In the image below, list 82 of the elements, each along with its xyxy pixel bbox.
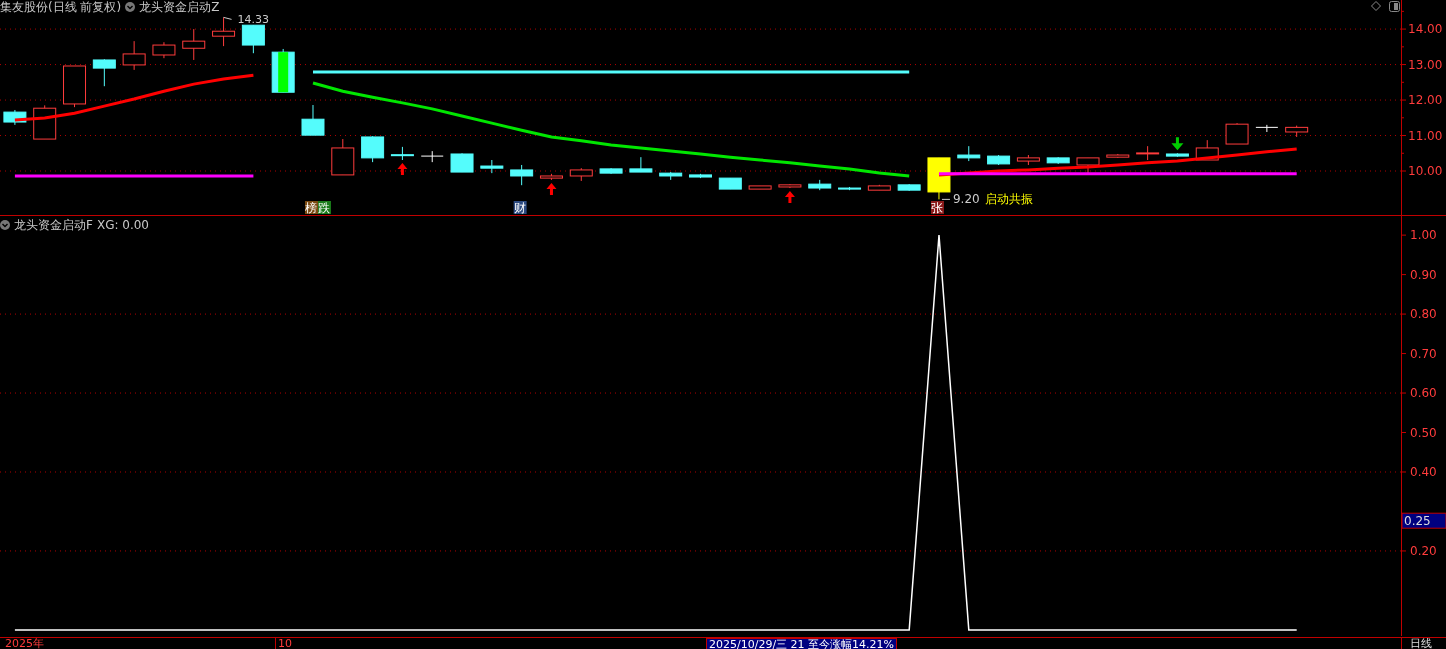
- tag-label: 榜: [305, 201, 318, 215]
- candlestick: [122, 40, 146, 71]
- candlestick: [1165, 152, 1189, 158]
- candlestick: [510, 164, 534, 186]
- candlestick: [1285, 125, 1309, 138]
- candlestick: [1106, 153, 1130, 159]
- stock-title: 集友股份(日线 前复权): [0, 0, 122, 14]
- tag-label: 财: [514, 201, 527, 215]
- indicator-name: 龙头资金启动Z: [139, 0, 220, 14]
- axis-label: 1.00: [1410, 228, 1437, 243]
- candlestick: [1255, 124, 1279, 133]
- axis-label: 0.60: [1410, 386, 1437, 401]
- candlestick: [1195, 139, 1219, 161]
- axis-label: 0.70: [1410, 346, 1437, 361]
- axis-label: 13.00: [1408, 57, 1443, 72]
- candlestick: [1076, 157, 1100, 175]
- candlestick: [569, 167, 593, 182]
- candlestick: [301, 104, 325, 136]
- axis-label: 0.80: [1410, 307, 1437, 322]
- candlestick: [33, 104, 57, 140]
- leader-line: [223, 16, 233, 20]
- indicator-reading: XG: 0.00: [96, 218, 149, 232]
- candlestick: [361, 135, 385, 163]
- candlestick: [63, 65, 86, 108]
- cursor-info: 2025/10/29/三 21 至今涨幅14.21%: [706, 638, 898, 649]
- candlestick: [748, 185, 772, 190]
- leader-line: [941, 198, 951, 200]
- candlestick: [867, 184, 891, 191]
- axis-label: 10: [278, 637, 292, 649]
- collapse-icon[interactable]: [0, 220, 10, 230]
- candlestick: [659, 171, 683, 181]
- candlestick: [599, 167, 623, 175]
- panel-icon[interactable]: [1389, 1, 1400, 12]
- candlestick: [957, 145, 981, 162]
- candlestick: [480, 159, 504, 174]
- axis-label: 11.00: [1408, 128, 1443, 143]
- up-arrow: [546, 182, 557, 195]
- candlestick: [152, 41, 176, 59]
- candlestick: [331, 138, 355, 176]
- tag-label: 跌: [318, 201, 331, 215]
- candlestick: [1046, 156, 1070, 165]
- candlestick: [271, 48, 295, 93]
- signal-text: 启动共振: [984, 192, 1033, 207]
- candlestick: [539, 173, 563, 181]
- candlestick: [420, 150, 444, 163]
- candlestick: [987, 154, 1011, 166]
- axis-label: 0.20: [1410, 543, 1437, 558]
- up-arrow: [784, 191, 795, 204]
- candlestick: [92, 58, 116, 87]
- indicator-name: 龙头资金启动F: [14, 218, 93, 232]
- period-label[interactable]: 日线: [1401, 638, 1446, 649]
- low-price-label: 9.20: [952, 192, 980, 207]
- candlestick: [212, 16, 236, 47]
- up-arrow: [397, 163, 408, 175]
- axis-label: 10.00: [1408, 164, 1443, 178]
- current-value-label: 0.25: [1401, 512, 1446, 529]
- candlestick: [927, 157, 951, 200]
- axis-label: 0.50: [1410, 425, 1437, 440]
- axis-label: 14.00: [1408, 22, 1443, 37]
- candlestick: [689, 173, 712, 179]
- candlestick: [182, 28, 206, 61]
- high-price-label: 14.33: [237, 13, 270, 27]
- axis-label: 12.00: [1408, 93, 1443, 108]
- tag-label: 张: [931, 201, 944, 215]
- candlestick: [450, 152, 474, 173]
- candlestick: [3, 109, 27, 126]
- candlestick: [838, 186, 862, 191]
- down-arrow: [1171, 137, 1184, 151]
- candlestick: [629, 156, 653, 173]
- candlestick: [808, 179, 832, 191]
- axis-label: 0.40: [1410, 465, 1437, 479]
- candlestick: [897, 183, 921, 192]
- candlestick: [1225, 122, 1249, 145]
- collapse-icon[interactable]: [125, 2, 136, 12]
- candlestick: [718, 177, 742, 190]
- candlestick: [1016, 154, 1040, 166]
- candlestick: [1136, 145, 1160, 161]
- candlestick: [241, 24, 265, 54]
- candlestick: [390, 146, 414, 161]
- axis-label: 0.90: [1410, 267, 1437, 282]
- candlestick: [778, 183, 802, 189]
- axis-label: 2025年: [5, 637, 44, 649]
